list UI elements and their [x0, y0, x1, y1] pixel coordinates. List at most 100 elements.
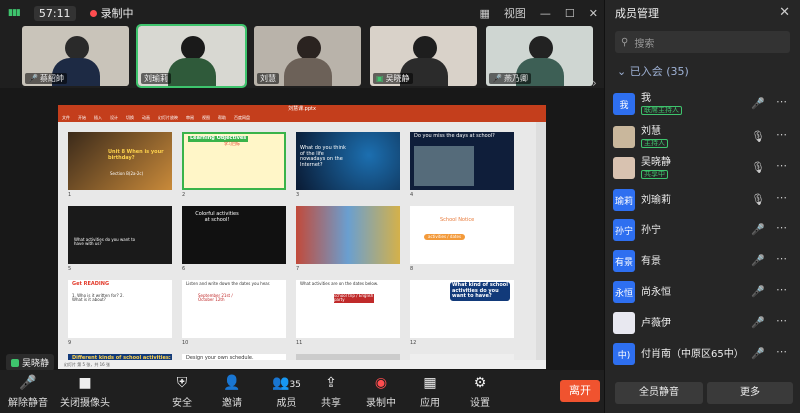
mic-icon[interactable]: 🎙	[751, 193, 765, 206]
slide-thumb[interactable]: Unit 8 When is your birthday? Section B(…	[68, 132, 172, 190]
participant-name: 刘瑜莉	[144, 74, 168, 83]
signal-icon: ▮▮▮	[8, 8, 21, 18]
apps-label: 应用	[420, 398, 440, 409]
member-name: 卢薇伊	[641, 317, 671, 329]
slide-thumb[interactable]: Colorful activities at school!	[182, 206, 286, 264]
recording-button[interactable]: ◉ 录制中	[366, 375, 396, 409]
share-icon: ⇪	[325, 375, 337, 391]
more-icon[interactable]: ⋯	[776, 95, 787, 108]
slide-thumb[interactable]: What activities do you want to have with…	[68, 206, 172, 264]
mic-muted-icon[interactable]: 🎤	[751, 347, 765, 360]
video-tile[interactable]: 刘瑜莉	[136, 24, 247, 88]
role-badge: 主持人	[641, 138, 668, 149]
leave-button[interactable]: 离开	[560, 380, 600, 402]
ribbon-tab: 开始	[78, 115, 86, 120]
invite-button[interactable]: 👤 邀请	[222, 375, 242, 409]
slide-thumb[interactable]: Do you miss the days at school?	[410, 132, 514, 190]
meeting-timer: 57:11	[33, 5, 76, 21]
member-row[interactable]: 我 我联席主持人 🎤 ⋯	[613, 92, 795, 116]
slide-thumb[interactable]	[296, 206, 400, 264]
slide-subtitle: 学习目标	[224, 141, 240, 146]
view-button[interactable]: 视图	[504, 5, 526, 21]
record-icon: ◉	[374, 375, 388, 391]
slide-thumb[interactable]: What do you think of the life nowadays o…	[296, 132, 400, 190]
panel-header: 成员管理 ✕	[605, 0, 800, 26]
more-icon[interactable]: ⋯	[776, 345, 787, 358]
mic-muted-icon[interactable]: 🎤	[751, 223, 765, 236]
more-icon[interactable]: ⋯	[776, 252, 787, 265]
ribbon-tab: 插入	[94, 115, 102, 120]
video-tile[interactable]: ▣ 吴晓静	[370, 26, 477, 86]
participant-head	[412, 36, 437, 60]
security-button[interactable]: ⛨ 安全	[172, 375, 192, 409]
mic-muted-icon[interactable]: 🎤	[751, 97, 765, 110]
ppt-scrollbar[interactable]	[536, 122, 546, 360]
mic-icon[interactable]: 🎙	[751, 161, 765, 174]
more-button[interactable]: 更多	[707, 382, 793, 404]
member-search-input[interactable]: ⚲ 搜索	[615, 31, 790, 53]
slide-title: Colorful activities at school!	[195, 211, 239, 223]
mic-muted-icon: 🎤	[28, 74, 38, 83]
video-strip: 🎤 蔡紹帥 刘瑜莉 刘慧 ▣ 吴晓静 🎤 燕乃卿 ›	[0, 24, 604, 90]
more-icon[interactable]: ⋯	[776, 128, 787, 141]
slide-subtitle: school trip / English party	[334, 293, 374, 303]
slide-subtitle: activities / dates	[424, 234, 466, 241]
settings-button[interactable]: ⚙ 设置	[470, 375, 490, 409]
close-icon[interactable]: ✕	[589, 7, 598, 20]
recording-indicator[interactable]: 录制中	[89, 5, 134, 21]
mic-muted-icon[interactable]: 🎤	[751, 285, 765, 298]
ppt-ribbon: 文件 开始 插入 设计 切换 动画 幻灯片放映 审阅 视图 帮助 百度网盘	[58, 114, 546, 122]
member-name: 孙宁	[641, 224, 661, 236]
member-row[interactable]: 永恒 尚永恒 🎤 ⋯	[613, 280, 795, 304]
mic-icon[interactable]: 🎙	[751, 130, 765, 143]
member-row[interactable]: 吴晓静 共享中 🎙 ⋯	[613, 156, 795, 180]
members-button[interactable]: 👥35 成员	[272, 375, 301, 409]
unmute-button[interactable]: 🎤 解除静音	[8, 375, 48, 409]
mic-muted-icon[interactable]: 🎤	[751, 316, 765, 329]
video-caption: 🎤 燕乃卿	[489, 73, 531, 84]
member-group-header[interactable]: ⌄ 已入会 (35)	[605, 63, 800, 79]
camera-button[interactable]: ■ 关闭摄像头	[60, 375, 110, 409]
video-tile[interactable]: 刘慧	[254, 26, 361, 86]
slide-thumb[interactable]: School Notice activities / dates	[410, 206, 514, 264]
avatar: 孙宁	[613, 219, 635, 241]
more-icon[interactable]: ⋯	[776, 159, 787, 172]
more-icon[interactable]: ⋯	[776, 283, 787, 296]
member-row[interactable]: 中) 付肖南（中原区65中） 🎤 ⋯	[613, 342, 795, 366]
member-row[interactable]: 孙宁 孙宁 🎤 ⋯	[613, 218, 795, 242]
apps-button[interactable]: ▦ 应用	[420, 375, 440, 409]
participant-head	[64, 36, 89, 60]
share-button[interactable]: ⇪ 共享	[321, 375, 341, 409]
maximize-icon[interactable]: ☐	[565, 7, 575, 20]
more-icon[interactable]: ⋯	[776, 314, 787, 327]
view-grid-icon[interactable]: ▦	[480, 7, 490, 20]
more-icon[interactable]: ⋯	[776, 221, 787, 234]
slide-number: 3	[296, 192, 300, 198]
mic-muted-icon[interactable]: 🎤	[751, 254, 765, 267]
slide-title: Do you miss the days at school?	[414, 133, 495, 139]
participant-body	[283, 58, 332, 86]
slide-thumb[interactable]: What kind of school activities do you wa…	[410, 280, 514, 338]
panel-title: 成员管理	[615, 7, 659, 20]
slide-thumb[interactable]: Get READING 1. Who is it written for? 2.…	[68, 280, 172, 338]
slide-thumb[interactable]: Learning Objectives 学习目标	[182, 132, 286, 190]
slide-thumb[interactable]: What activities are on the dates below. …	[296, 280, 400, 338]
video-tile[interactable]: 🎤 燕乃卿	[486, 26, 593, 86]
minimize-icon[interactable]: —	[540, 7, 551, 20]
member-row[interactable]: 瑜莉 刘瑜莉 🎙 ⋯	[613, 188, 795, 212]
member-row[interactable]: 卢薇伊 🎤 ⋯	[613, 311, 795, 335]
slide-number: 7	[296, 266, 300, 272]
video-caption: 🎤 蔡紹帥	[25, 73, 67, 84]
close-icon[interactable]: ✕	[779, 5, 790, 20]
slide-thumb[interactable]: Listen and write down the dates you hear…	[182, 280, 286, 338]
video-tile[interactable]: 🎤 蔡紹帥	[22, 26, 129, 86]
member-name: 尚永恒	[641, 286, 671, 298]
avatar: 有景	[613, 250, 635, 272]
member-row[interactable]: 有景 有景 🎤 ⋯	[613, 249, 795, 273]
mute-all-button[interactable]: 全员静音	[615, 382, 703, 404]
more-icon[interactable]: ⋯	[776, 191, 787, 204]
avatar	[613, 157, 635, 179]
slide-subtitle: 1. Who is it written for? 2. What is it …	[72, 293, 124, 303]
member-row[interactable]: 刘慧 主持人 🎙 ⋯	[613, 125, 795, 149]
recording-label: 录制中	[100, 7, 134, 20]
